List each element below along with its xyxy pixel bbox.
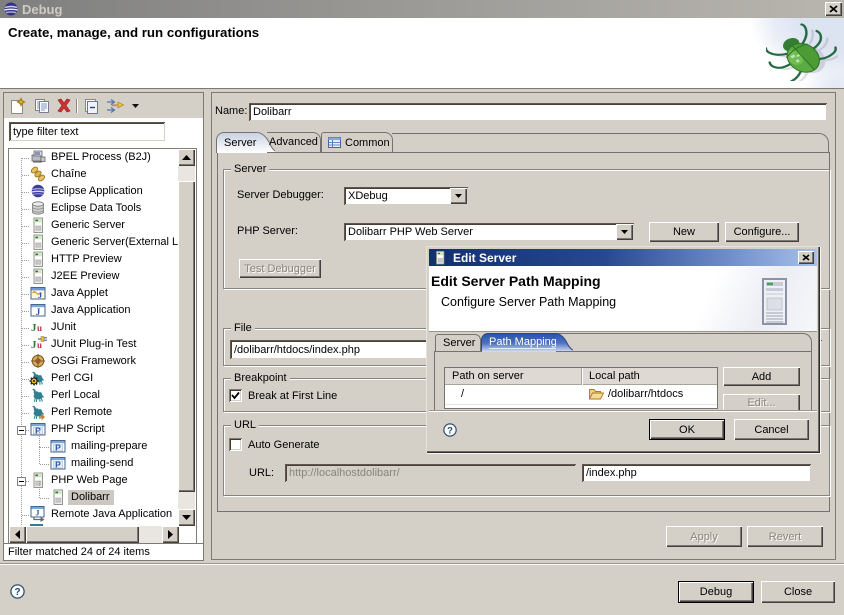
svg-text:?: ? (14, 587, 20, 598)
svg-text:?: ? (447, 425, 453, 435)
